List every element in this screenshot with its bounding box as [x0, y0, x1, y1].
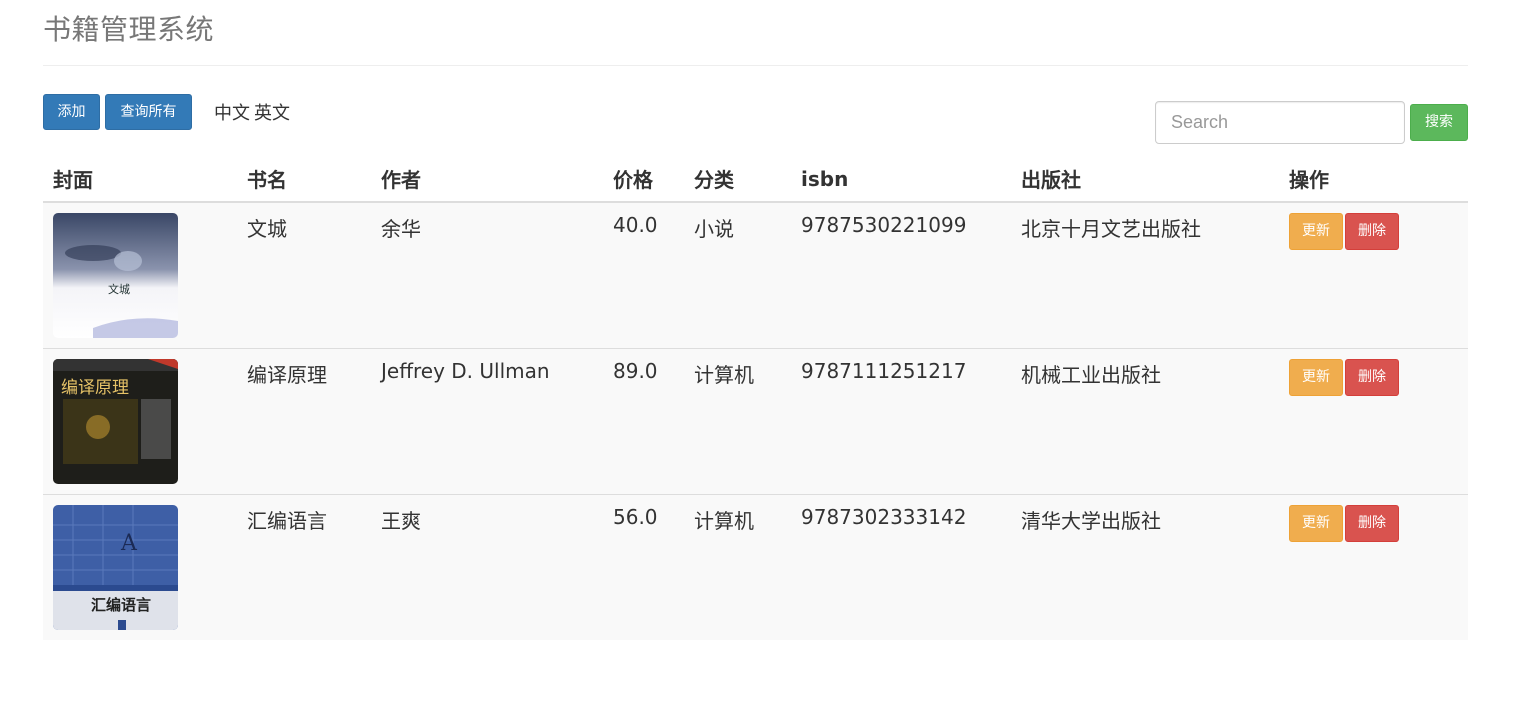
cell-publisher: 清华大学出版社 — [1011, 494, 1279, 640]
column-header-author: 作者 — [371, 156, 603, 203]
delete-button[interactable]: 删除 — [1345, 505, 1399, 542]
cell-category: 计算机 — [684, 494, 791, 640]
table-row: A 汇编语言 汇编语言 王爽 56.0 计算机 9787302333142 清华… — [43, 494, 1468, 640]
column-header-cover: 封面 — [43, 156, 237, 203]
book-cover-image: 编译原理 — [53, 359, 178, 484]
column-header-isbn: isbn — [791, 156, 1011, 203]
cover-title-text: 汇编语言 — [91, 596, 151, 614]
cover-title-text: 文城 — [108, 282, 130, 296]
cell-author: 余华 — [371, 201, 603, 349]
delete-button[interactable]: 删除 — [1345, 213, 1399, 250]
cell-isbn: 9787111251217 — [791, 348, 1011, 495]
cell-actions: 更新 删除 — [1279, 348, 1468, 495]
cell-publisher: 北京十月文艺出版社 — [1011, 201, 1279, 349]
search-button[interactable]: 搜索 — [1410, 104, 1468, 141]
table-header-row: 封面 书名 作者 价格 分类 isbn 出版社 操作 — [43, 156, 1468, 203]
query-all-button[interactable]: 查询所有 — [105, 94, 192, 130]
book-cover-image: A 汇编语言 — [53, 505, 178, 630]
cell-name: 文城 — [237, 201, 371, 349]
column-header-name: 书名 — [237, 156, 371, 203]
header-divider — [43, 65, 1468, 66]
cell-actions: 更新 删除 — [1279, 494, 1468, 640]
cell-price: 40.0 — [603, 201, 684, 349]
cell-author: Jeffrey D. Ullman — [371, 348, 603, 495]
update-button[interactable]: 更新 — [1289, 505, 1343, 542]
search-input[interactable] — [1155, 101, 1405, 144]
column-header-actions: 操作 — [1279, 156, 1468, 203]
column-header-price: 价格 — [603, 156, 684, 203]
column-header-category: 分类 — [684, 156, 791, 203]
column-header-publisher: 出版社 — [1011, 156, 1279, 203]
table-row: 文城 文城 余华 40.0 小说 9787530221099 北京十月文艺出版社… — [43, 201, 1468, 349]
cell-isbn: 9787302333142 — [791, 494, 1011, 640]
cell-name: 编译原理 — [237, 348, 371, 495]
lang-en-link[interactable]: 英文 — [254, 99, 290, 125]
cell-category: 计算机 — [684, 348, 791, 495]
books-table: 封面 书名 作者 价格 分类 isbn 出版社 操作 文城 文城 余华 40.0… — [43, 156, 1468, 640]
cover-title-text: 编译原理 — [61, 378, 129, 398]
cell-price: 89.0 — [603, 348, 684, 495]
page-title: 书籍管理系统 — [43, 13, 215, 46]
cell-name: 汇编语言 — [237, 494, 371, 640]
cell-publisher: 机械工业出版社 — [1011, 348, 1279, 495]
update-button[interactable]: 更新 — [1289, 359, 1343, 396]
cell-isbn: 9787530221099 — [791, 201, 1011, 349]
update-button[interactable]: 更新 — [1289, 213, 1343, 250]
cell-author: 王爽 — [371, 494, 603, 640]
delete-button[interactable]: 删除 — [1345, 359, 1399, 396]
cell-actions: 更新 删除 — [1279, 201, 1468, 349]
svg-text:A: A — [120, 531, 138, 556]
cell-category: 小说 — [684, 201, 791, 349]
lang-zh-link[interactable]: 中文 — [214, 99, 250, 125]
table-row: 编译原理 编译原理 Jeffrey D. Ullman 89.0 计算机 978… — [43, 348, 1468, 495]
cell-price: 56.0 — [603, 494, 684, 640]
book-cover-image: 文城 — [53, 213, 178, 338]
add-button[interactable]: 添加 — [43, 94, 100, 130]
